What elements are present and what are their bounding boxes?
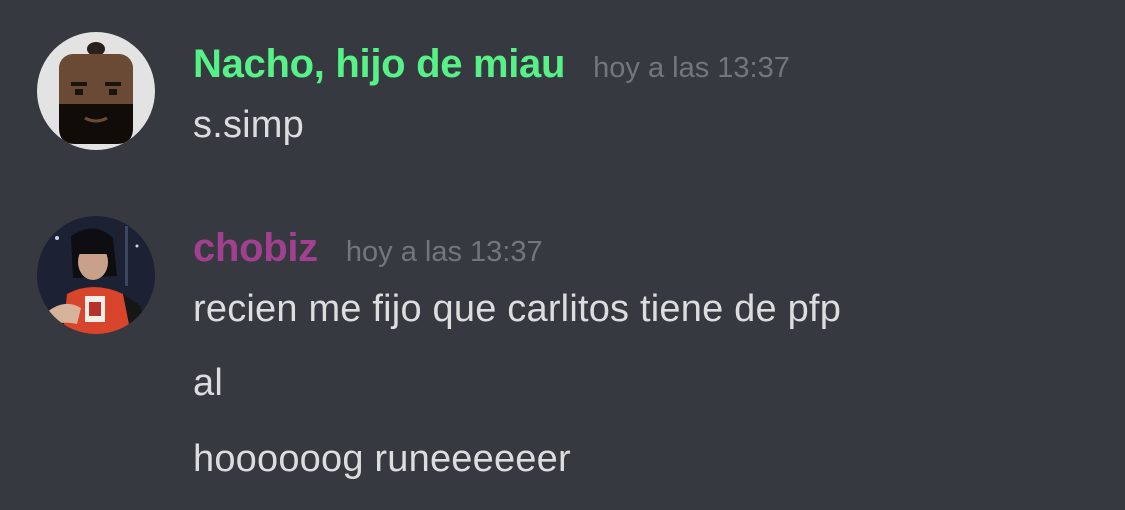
message-header: chobiz hoy a las 13:37 — [193, 226, 543, 271]
message-text: recien me fijo que carlitos tiene de pfp — [193, 288, 842, 330]
author-name[interactable]: chobiz — [193, 226, 318, 271]
girl-photo-avatar-icon[interactable] — [37, 216, 155, 334]
message-text: al — [193, 362, 223, 404]
author-name[interactable]: Nacho, hijo de miau — [193, 42, 565, 87]
message-header: Nacho, hijo de miau hoy a las 13:37 — [193, 42, 790, 87]
message-text: hoooooog runeeeeeer — [193, 438, 571, 480]
message-timestamp: hoy a las 13:37 — [345, 236, 543, 268]
bald-man-avatar-icon[interactable] — [37, 32, 155, 150]
message-text: s.simp — [193, 104, 304, 146]
message-timestamp: hoy a las 13:37 — [593, 52, 790, 84]
